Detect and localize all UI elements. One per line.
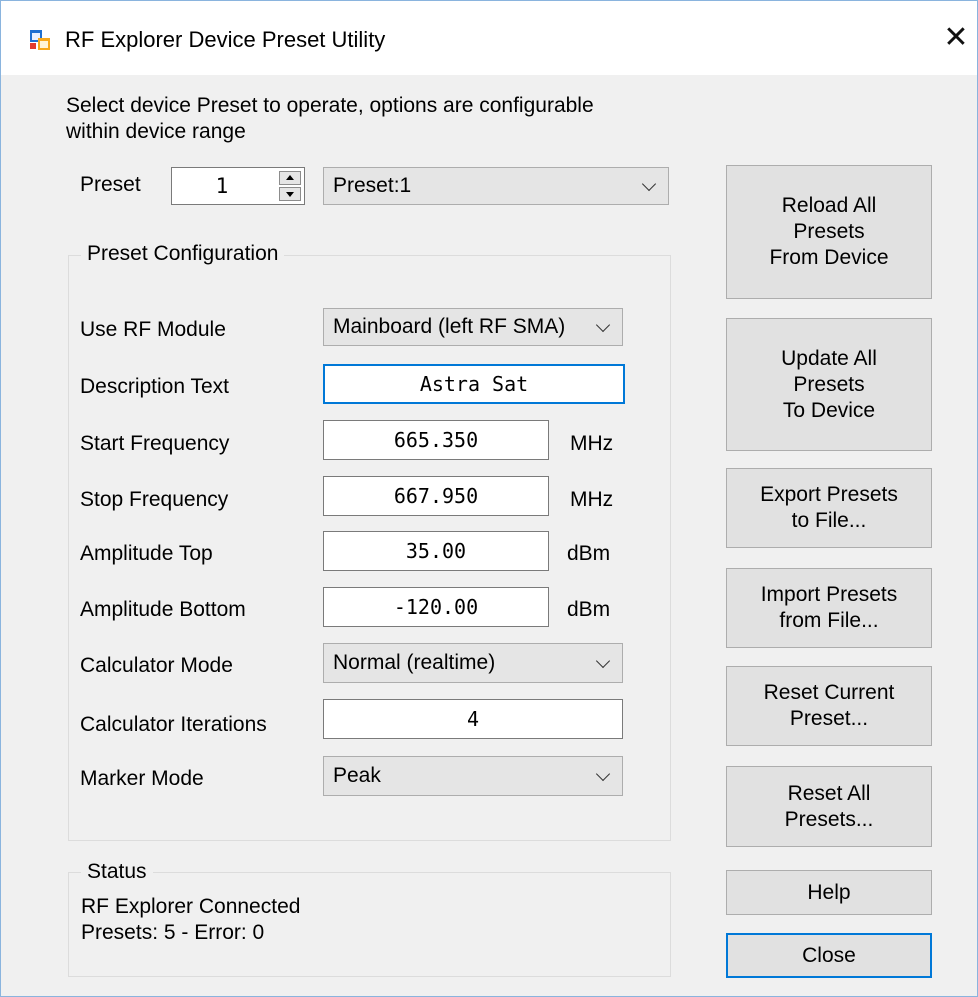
reset-all-presets-button[interactable]: Reset All Presets... [726, 766, 932, 847]
button-label-line: from File... [779, 609, 879, 632]
intro-line-1: Select device Preset to operate, options… [66, 94, 594, 117]
marker-mode-select[interactable]: Peak [323, 756, 623, 796]
title-bar[interactable]: RF Explorer Device Preset Utility ✕ [1, 1, 977, 75]
import-presets-button[interactable]: Import Presets from File... [726, 568, 932, 648]
close-icon[interactable]: ✕ [941, 21, 971, 55]
reset-current-preset-button[interactable]: Reset Current Preset... [726, 666, 932, 746]
amplitude-top-field[interactable]: 35.00 [323, 531, 549, 571]
intro-line-2: within device range [66, 120, 246, 143]
calculator-mode-select[interactable]: Normal (realtime) [323, 643, 623, 683]
preset-label: Preset [80, 173, 141, 196]
stepper-down-button[interactable] [279, 187, 301, 201]
calculator-mode-value: Normal (realtime) [333, 651, 496, 674]
update-all-presets-button[interactable]: Update All Presets To Device [726, 318, 932, 451]
window-title: RF Explorer Device Preset Utility [65, 27, 386, 52]
amplitude-bottom-label: Amplitude Bottom [80, 598, 246, 621]
app-window-icon [29, 29, 51, 51]
button-label-line: To Device [782, 398, 876, 422]
help-button[interactable]: Help [726, 870, 932, 915]
preset-number-stepper[interactable]: 1 [171, 167, 305, 205]
arrow-down-icon [286, 192, 294, 197]
preset-select-value: Preset:1 [333, 174, 412, 197]
chevron-down-icon [641, 176, 657, 192]
calculator-mode-label: Calculator Mode [80, 654, 233, 677]
close-button[interactable]: Close [726, 933, 932, 978]
amplitude-bottom-field[interactable]: -120.00 [323, 587, 549, 627]
calculator-iterations-label: Calculator Iterations [80, 713, 267, 736]
stepper-buttons [279, 171, 301, 201]
amplitude-top-unit: dBm [567, 542, 611, 565]
button-label-line: Presets... [784, 807, 874, 831]
start-frequency-unit: MHz [570, 432, 614, 455]
button-label-line: to File... [791, 509, 867, 532]
amplitude-top-label: Amplitude Top [80, 542, 213, 565]
preset-configuration-title: Preset Configuration [81, 242, 285, 266]
chevron-down-icon [595, 317, 611, 333]
button-label-line: Export Presets [760, 483, 898, 506]
preset-utility-window: RF Explorer Device Preset Utility ✕ Sele… [0, 0, 978, 997]
button-label-line: From Device [769, 246, 889, 269]
button-label-line: Update All [781, 346, 877, 370]
button-label-line: Preset... [789, 707, 869, 730]
description-field[interactable]: Astra Sat [323, 364, 625, 404]
button-label-line: Presets [793, 372, 865, 396]
start-frequency-field[interactable]: 665.350 [323, 420, 549, 460]
button-label-line: Reload All [781, 194, 877, 217]
stop-frequency-field[interactable]: 667.950 [323, 476, 549, 516]
button-label-line: Import Presets [760, 583, 898, 606]
rf-module-select[interactable]: Mainboard (left RF SMA) [323, 308, 623, 346]
status-title: Status [81, 860, 153, 884]
calculator-iterations-field[interactable]: 4 [323, 699, 623, 739]
intro-text: Select device Preset to operate, options… [66, 93, 726, 145]
arrow-up-icon [286, 175, 294, 180]
stop-frequency-unit: MHz [570, 488, 614, 511]
chevron-down-icon [595, 766, 611, 782]
chevron-down-icon [595, 653, 611, 669]
status-presets-error: Presets: 5 - Error: 0 [81, 921, 265, 944]
preset-select[interactable]: Preset:1 [323, 167, 669, 205]
button-label-line: Reset All [787, 781, 871, 805]
export-presets-button[interactable]: Export Presets to File... [726, 468, 932, 548]
reload-all-presets-button[interactable]: Reload All Presets From Device [726, 165, 932, 299]
rf-module-label: Use RF Module [80, 318, 226, 341]
button-label-line: Presets [793, 220, 865, 243]
start-frequency-label: Start Frequency [80, 432, 230, 455]
rf-module-value: Mainboard (left RF SMA) [333, 315, 566, 338]
stop-frequency-label: Stop Frequency [80, 488, 229, 511]
stepper-up-button[interactable] [279, 171, 301, 185]
marker-mode-label: Marker Mode [80, 767, 204, 790]
status-connection: RF Explorer Connected [81, 895, 301, 918]
description-label: Description Text [80, 375, 230, 398]
preset-number-value[interactable]: 1 [172, 168, 272, 204]
button-label-line: Reset Current [763, 681, 895, 704]
marker-mode-value: Peak [333, 764, 381, 787]
amplitude-bottom-unit: dBm [567, 598, 611, 621]
